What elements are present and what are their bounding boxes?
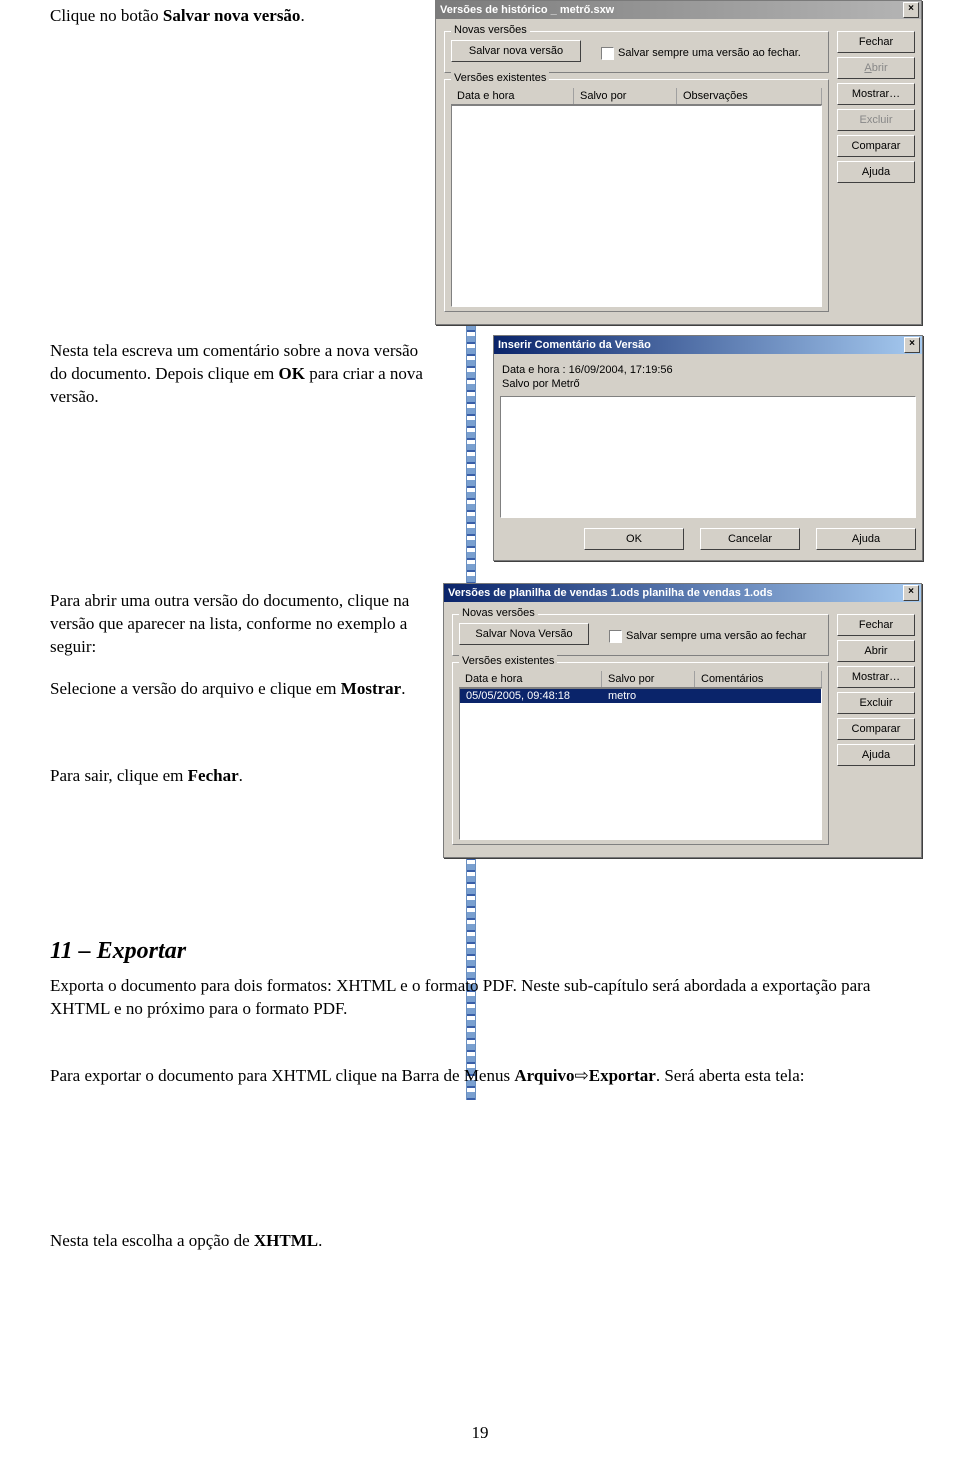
save-new-version-button[interactable]: Salvar Nova Versão — [459, 623, 589, 645]
close-button[interactable]: Fechar — [837, 614, 915, 636]
checkbox-icon — [609, 630, 622, 643]
titlebar[interactable]: Versões de planilha de vendas 1.ods plan… — [444, 584, 921, 602]
always-save-checkbox[interactable]: Salvar sempre uma versão ao fechar — [609, 630, 806, 643]
compare-button[interactable]: Comparar — [837, 718, 915, 740]
close-icon[interactable]: × — [904, 337, 920, 353]
checkbox-icon — [601, 47, 614, 60]
list-header: Data e hora Salvo por Observações — [451, 88, 822, 105]
paragraph-5: Para sair, clique em Fechar. — [50, 765, 440, 788]
close-icon[interactable]: × — [903, 585, 919, 601]
delete-button[interactable]: Excluir — [837, 109, 915, 131]
savedby-label: Salvo por Metrő — [502, 378, 914, 390]
delete-button[interactable]: Excluir — [837, 692, 915, 714]
page-number: 19 — [472, 1423, 489, 1443]
list-row-selected[interactable]: 05/05/2005, 09:48:18 metro — [460, 689, 821, 703]
paragraph-8: Nesta tela escolha a opção de XHTML. — [50, 1230, 880, 1253]
close-icon[interactable]: × — [903, 2, 919, 18]
paragraph-1: Clique no botão Salvar nova versão. — [50, 5, 410, 28]
show-button[interactable]: Mostrar… — [837, 666, 915, 688]
titlebar[interactable]: Inserir Comentário da Versão × — [494, 336, 922, 354]
dialog-versions-1: Versões de histórico _ metrő.sxw × Salva… — [435, 0, 922, 325]
paragraph-2: Nesta tela escreva um comentário sobre a… — [50, 340, 430, 409]
help-button[interactable]: Ajuda — [816, 528, 916, 550]
paragraph-4: Selecione a versão do arquivo e clique e… — [50, 678, 440, 701]
window-title: Inserir Comentário da Versão — [498, 339, 651, 351]
help-button[interactable]: Ajuda — [837, 744, 915, 766]
list-header: Data e hora Salvo por Comentários — [459, 671, 822, 688]
save-new-version-button[interactable]: Salvar nova versão — [451, 40, 581, 62]
heading-export: 11 – Exportar — [50, 935, 186, 967]
close-button[interactable]: Fechar — [837, 31, 915, 53]
titlebar[interactable]: Versões de histórico _ metrő.sxw × — [436, 1, 921, 19]
open-button[interactable]: AAbrirbrir — [837, 57, 915, 79]
group-existing-versions: Data e hora Salvo por Comentários 05/05/… — [452, 662, 829, 845]
group-existing-versions: Data e hora Salvo por Observações — [444, 79, 829, 312]
comment-textarea[interactable] — [500, 396, 916, 518]
dialog-insert-comment: Inserir Comentário da Versão × Data e ho… — [493, 335, 923, 561]
help-button[interactable]: Ajuda — [837, 161, 915, 183]
paragraph-7: Para exportar o documento para XHTML cli… — [50, 1065, 880, 1088]
always-save-checkbox[interactable]: Salvar sempre uma versão ao fechar. — [601, 47, 801, 60]
compare-button[interactable]: Comparar — [837, 135, 915, 157]
show-button[interactable]: Mostrar… — [837, 83, 915, 105]
window-title: Versões de histórico _ metrő.sxw — [440, 4, 614, 16]
window-title: Versões de planilha de vendas 1.ods plan… — [448, 587, 773, 599]
open-button[interactable]: Abrir — [837, 640, 915, 662]
ok-button[interactable]: OK — [584, 528, 684, 550]
arrow-icon: ⇨ — [575, 1066, 589, 1085]
versions-listbox[interactable] — [451, 105, 822, 307]
cancel-button[interactable]: Cancelar — [700, 528, 800, 550]
dialog-versions-2: Versões de planilha de vendas 1.ods plan… — [443, 583, 922, 858]
datetime-label: Data e hora : 16/09/2004, 17:19:56 — [502, 364, 914, 376]
group-new-versions: Salvar Nova Versão Salvar sempre uma ver… — [452, 614, 829, 656]
paragraph-6: Exporta o documento para dois formatos: … — [50, 975, 880, 1021]
paragraph-3: Para abrir uma outra versão do documento… — [50, 590, 440, 659]
group-new-versions: Salvar nova versão Salvar sempre uma ver… — [444, 31, 829, 73]
versions-listbox[interactable]: 05/05/2005, 09:48:18 metro — [459, 688, 822, 840]
